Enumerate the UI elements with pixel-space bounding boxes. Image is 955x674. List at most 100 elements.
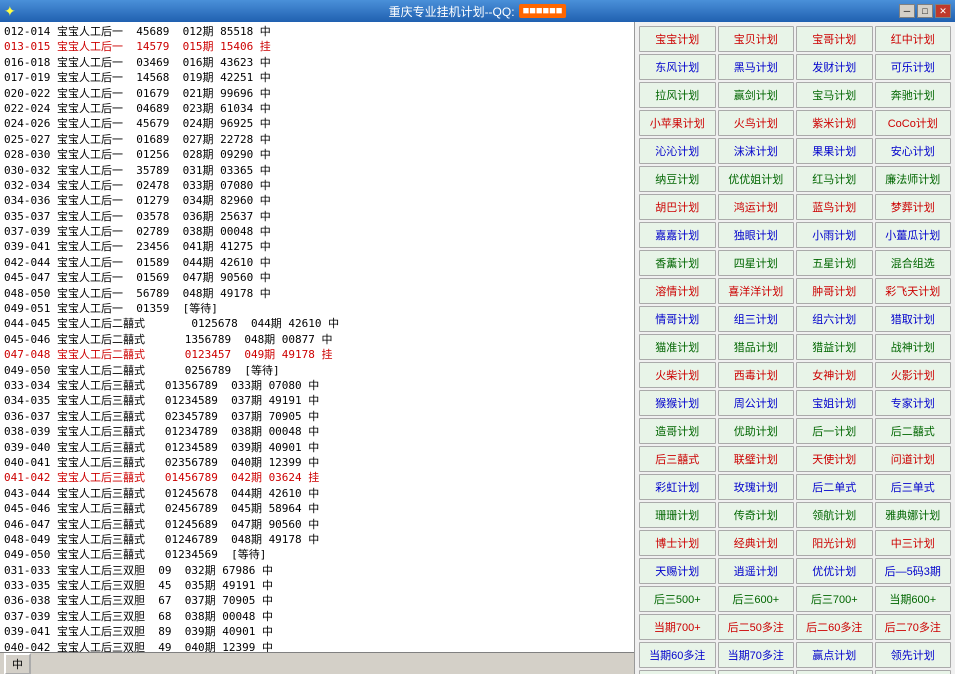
- close-button[interactable]: ✕: [935, 4, 951, 18]
- minimize-button[interactable]: ─: [899, 4, 915, 18]
- plan-button[interactable]: 鸿运计划: [718, 194, 795, 220]
- plan-button[interactable]: 沁沁计划: [639, 138, 716, 164]
- plan-button[interactable]: 情义计划: [875, 670, 952, 674]
- plan-button[interactable]: 喜洋洋计划: [718, 278, 795, 304]
- plan-button[interactable]: 优助计划: [718, 418, 795, 444]
- plan-button[interactable]: 发财计划: [796, 54, 873, 80]
- plan-button[interactable]: 女神计划: [796, 362, 873, 388]
- plan-button[interactable]: 后—5码3期: [875, 558, 952, 584]
- plan-button[interactable]: 拉风计划: [639, 82, 716, 108]
- plan-button[interactable]: 宝哥计划: [796, 26, 873, 52]
- plan-button[interactable]: 猫准计划: [639, 334, 716, 360]
- plan-button[interactable]: 廉法师计划: [875, 166, 952, 192]
- plan-button[interactable]: 造哥计划: [639, 418, 716, 444]
- plan-button[interactable]: 领先计划: [875, 642, 952, 668]
- plan-button[interactable]: 后二70多注: [875, 614, 952, 640]
- plan-button[interactable]: 五星计划: [796, 250, 873, 276]
- plan-button[interactable]: 肿哥计划: [796, 278, 873, 304]
- plan-button[interactable]: 天赐计划: [639, 558, 716, 584]
- plan-button[interactable]: 后三500+: [639, 586, 716, 612]
- plan-button[interactable]: 后三700+: [796, 586, 873, 612]
- plan-button[interactable]: 优优姐计划: [718, 166, 795, 192]
- plan-button[interactable]: 后二50多注: [718, 614, 795, 640]
- plan-button[interactable]: 溶情计划: [639, 278, 716, 304]
- plan-button[interactable]: 经典计划: [718, 530, 795, 556]
- plan-button[interactable]: 后三600+: [718, 586, 795, 612]
- plan-button[interactable]: 虚哥计划: [718, 670, 795, 674]
- plan-button[interactable]: 东风计划: [639, 54, 716, 80]
- plan-button[interactable]: 后三囍式: [639, 446, 716, 472]
- plan-button[interactable]: 战神计划: [875, 334, 952, 360]
- plan-button[interactable]: 香薰计划: [639, 250, 716, 276]
- plan-button[interactable]: CoCo计划: [875, 110, 952, 136]
- plan-button[interactable]: 嘉嘉计划: [639, 222, 716, 248]
- plan-button[interactable]: 周公计划: [718, 390, 795, 416]
- plan-button[interactable]: 果果计划: [796, 138, 873, 164]
- plan-button[interactable]: 组六计划: [796, 306, 873, 332]
- plan-button[interactable]: 阳光计划: [796, 530, 873, 556]
- plan-button[interactable]: 猎品计划: [718, 334, 795, 360]
- plan-button[interactable]: 联璧计划: [718, 446, 795, 472]
- plan-button[interactable]: 玫瑰计划: [718, 474, 795, 500]
- plan-button[interactable]: 小雨计划: [796, 222, 873, 248]
- plan-button[interactable]: 可乐计划: [875, 54, 952, 80]
- plan-button[interactable]: 四星计划: [718, 250, 795, 276]
- plan-button[interactable]: 天使计划: [796, 446, 873, 472]
- plan-button[interactable]: 珊珊计划: [639, 502, 716, 528]
- plan-button[interactable]: 独眼计划: [718, 222, 795, 248]
- plan-button[interactable]: 领航计划: [796, 502, 873, 528]
- plan-button[interactable]: 红马计划: [796, 166, 873, 192]
- plan-button[interactable]: 纳豆计划: [639, 166, 716, 192]
- plan-button[interactable]: 火鸟计划: [718, 110, 795, 136]
- plan-button[interactable]: 当期600+: [875, 586, 952, 612]
- plan-button[interactable]: 宝马计划: [796, 82, 873, 108]
- plan-button[interactable]: 宝姐计划: [796, 390, 873, 416]
- plan-button[interactable]: 可可计划: [796, 670, 873, 674]
- plan-button[interactable]: 彩虹计划: [639, 474, 716, 500]
- plan-button[interactable]: 当期700+: [639, 614, 716, 640]
- plan-button[interactable]: 传奇计划: [718, 502, 795, 528]
- plan-button[interactable]: 梦葬计划: [875, 194, 952, 220]
- plan-button[interactable]: 安心计划: [875, 138, 952, 164]
- plan-button[interactable]: 猴猴计划: [639, 390, 716, 416]
- plan-button[interactable]: 火柴计划: [639, 362, 716, 388]
- plan-button[interactable]: 赢点计划: [796, 642, 873, 668]
- maximize-button[interactable]: □: [917, 4, 933, 18]
- plan-button[interactable]: 黑马计划: [718, 54, 795, 80]
- plan-button[interactable]: 红中计划: [875, 26, 952, 52]
- plan-button[interactable]: 西毒计划: [718, 362, 795, 388]
- plan-button[interactable]: 雅典娜计划: [875, 502, 952, 528]
- plan-button[interactable]: 专家计划: [875, 390, 952, 416]
- plan-button[interactable]: 后二囍式: [875, 418, 952, 444]
- plan-button[interactable]: 中三计划: [875, 530, 952, 556]
- plan-button[interactable]: 宝贝计划: [718, 26, 795, 52]
- plan-button[interactable]: 后二60多注: [796, 614, 873, 640]
- plan-button[interactable]: 当期60多注: [639, 642, 716, 668]
- plan-button[interactable]: 组三计划: [718, 306, 795, 332]
- plan-button[interactable]: 奔驰计划: [875, 82, 952, 108]
- plan-button[interactable]: 宝宝计划: [639, 26, 716, 52]
- plan-button[interactable]: 胡巴计划: [639, 194, 716, 220]
- plan-button[interactable]: 蓝鸟计划: [796, 194, 873, 220]
- plan-button[interactable]: 猎取计划: [875, 306, 952, 332]
- plan-button[interactable]: 优优计划: [796, 558, 873, 584]
- plan-button[interactable]: 火影计划: [875, 362, 952, 388]
- status-button[interactable]: 中: [4, 653, 31, 674]
- plan-button[interactable]: 后一计划: [796, 418, 873, 444]
- plan-button[interactable]: 后—5码2期: [639, 670, 716, 674]
- plan-button[interactable]: 当期70多注: [718, 642, 795, 668]
- data-content[interactable]: 012-014 宝宝人工后一 45689 012期 85518 中013-015…: [0, 22, 634, 674]
- plan-button[interactable]: 猎益计划: [796, 334, 873, 360]
- plan-button[interactable]: 逍遥计划: [718, 558, 795, 584]
- plan-button[interactable]: 紫米计划: [796, 110, 873, 136]
- plan-button[interactable]: 小薑瓜计划: [875, 222, 952, 248]
- plan-button[interactable]: 情哥计划: [639, 306, 716, 332]
- plan-button[interactable]: 混合组选: [875, 250, 952, 276]
- plan-button[interactable]: 后三单式: [875, 474, 952, 500]
- plan-button[interactable]: 赢剑计划: [718, 82, 795, 108]
- plan-button[interactable]: 小苹果计划: [639, 110, 716, 136]
- plan-button[interactable]: 彩飞天计划: [875, 278, 952, 304]
- plan-button[interactable]: 后二单式: [796, 474, 873, 500]
- plan-button[interactable]: 沫沫计划: [718, 138, 795, 164]
- plan-button[interactable]: 博士计划: [639, 530, 716, 556]
